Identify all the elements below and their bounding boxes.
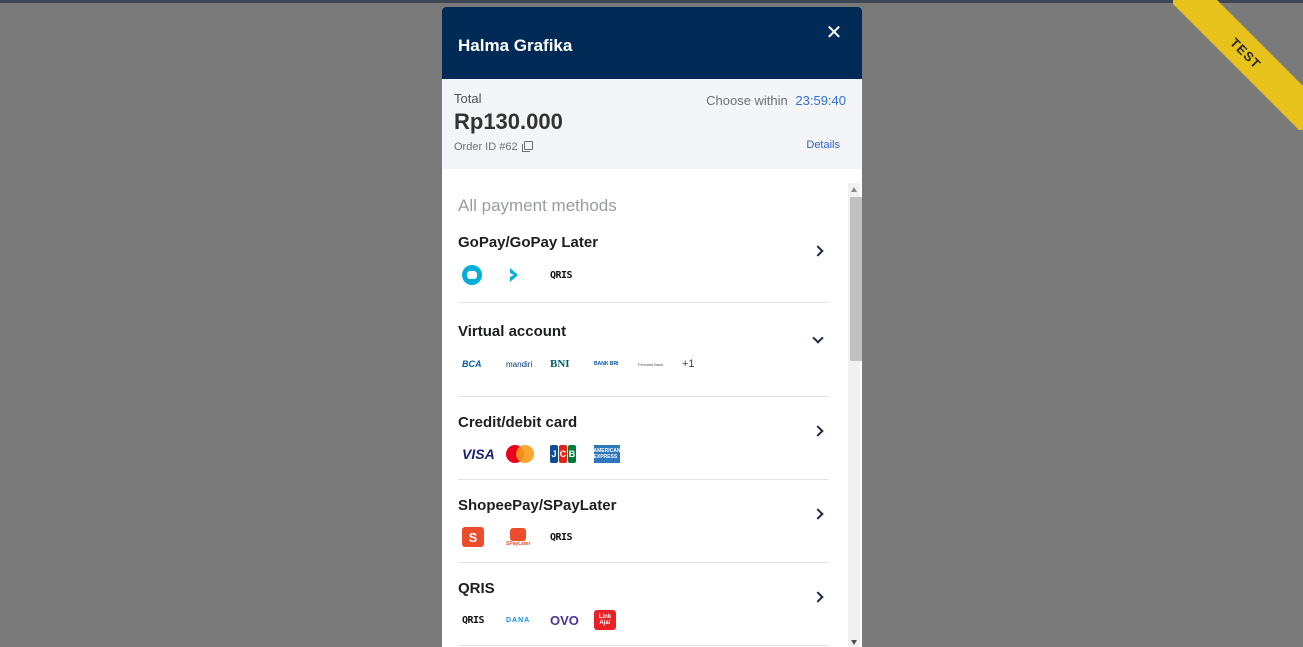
bca-logo: BCA	[462, 359, 482, 369]
mandiri-logo: mandiri	[506, 359, 533, 369]
chevron-right-icon[interactable]	[811, 590, 825, 604]
test-ribbon-label: TEST	[1173, 0, 1303, 130]
jcb-logo: JCB	[546, 441, 590, 467]
payment-list: All payment methods GoPay/GoPay Later QR…	[442, 179, 862, 647]
modal-header: Halma Grafika ✕	[442, 7, 862, 79]
qris-icon: QRIS	[550, 531, 573, 543]
chevron-right-icon[interactable]	[811, 424, 825, 438]
shopeepay-logo: S	[458, 524, 502, 550]
scroll-up-arrow[interactable]	[851, 187, 857, 192]
qris-icon: QRIS	[550, 269, 573, 281]
qris-icon: QRIS	[462, 614, 485, 626]
method-name: Credit/debit card	[458, 414, 578, 431]
top-edge-line	[0, 0, 1303, 3]
method-logos: QRIS DANA OVO Link Aja!	[458, 607, 829, 633]
method-logos: S SPayLater QRIS	[458, 524, 829, 550]
countdown-value: 23:59:40	[795, 93, 846, 108]
merchant-name: Halma Grafika	[458, 36, 573, 55]
method-shopeepay[interactable]: ShopeePay/SPayLater S SPayLater QRIS	[458, 480, 829, 563]
details-link[interactable]: Details	[806, 139, 840, 151]
scrollbar[interactable]	[848, 183, 862, 647]
bri-logo: BANK BRI	[594, 361, 619, 367]
chevron-down-icon[interactable]	[811, 332, 825, 347]
scroll-thumb[interactable]	[850, 197, 862, 361]
close-icon[interactable]: ✕	[822, 20, 846, 44]
bni-logo: BNI	[550, 358, 570, 370]
countdown: Choose within 23:59:40	[706, 93, 846, 108]
method-gopay[interactable]: GoPay/GoPay Later QRIS	[458, 216, 829, 303]
spaylater-logo: SPayLater	[502, 524, 546, 550]
linkaja-logo: Link Aja!	[590, 607, 634, 633]
visa-logo: VISA	[462, 446, 495, 462]
method-name: ShopeePay/SPayLater	[458, 497, 617, 514]
ovo-logo: OVO	[550, 612, 579, 628]
method-qris[interactable]: QRIS QRIS DANA OVO Link Aja!	[458, 563, 829, 646]
amex-logo: AMERICAN EXPRESS	[590, 441, 634, 467]
permata-logo: Permata Bank	[638, 361, 664, 367]
countdown-label: Choose within	[706, 93, 788, 108]
method-logos: VISA JCB AMERICAN EXPRESS	[458, 441, 829, 467]
method-logos: BCA mandiri BNI BANK BRI Permata Bank +1	[458, 351, 829, 377]
order-summary: Total Rp130.000 Order ID #62 Choose with…	[442, 79, 862, 169]
order-id-row: Order ID #62	[454, 141, 846, 153]
copy-icon[interactable]	[521, 141, 533, 152]
gopay-later-icon	[502, 262, 546, 288]
scroll-down-arrow[interactable]	[851, 640, 857, 645]
total-amount: Rp130.000	[454, 109, 563, 134]
method-virtual-account[interactable]: Virtual account BCA mandiri BNI BANK BRI…	[458, 303, 829, 397]
order-id: Order ID #62	[454, 141, 518, 153]
section-title: All payment methods	[458, 196, 617, 215]
payment-modal: Halma Grafika ✕ Total Rp130.000 Order ID…	[442, 7, 862, 647]
method-logos: QRIS	[458, 262, 829, 288]
gopay-icon	[458, 262, 502, 288]
method-name: Virtual account	[458, 323, 567, 340]
test-ribbon: TEST	[1173, 0, 1303, 130]
chevron-right-icon[interactable]	[811, 507, 825, 521]
chevron-right-icon[interactable]	[811, 244, 825, 258]
mastercard-icon	[502, 441, 546, 467]
method-name: GoPay/GoPay Later	[458, 234, 599, 251]
method-card[interactable]: Credit/debit card VISA JCB AMERICAN EXPR…	[458, 397, 829, 480]
method-name: QRIS	[458, 580, 495, 597]
more-count: +1	[682, 358, 695, 370]
dana-logo: DANA	[506, 616, 531, 624]
